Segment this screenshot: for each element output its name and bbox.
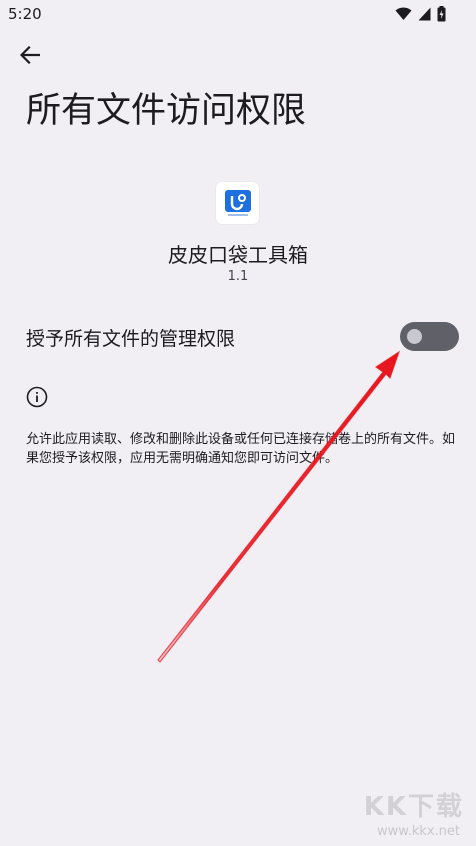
watermark: KK下载 www.kkx.net: [350, 786, 470, 846]
status-bar: 5:20: [0, 0, 476, 28]
arrow-back-icon: [20, 46, 40, 64]
wifi-icon: [395, 7, 412, 20]
app-name: 皮皮口袋工具箱: [168, 243, 308, 267]
battery-icon: [437, 6, 446, 22]
all-files-access-toggle[interactable]: [400, 322, 459, 351]
back-button[interactable]: [12, 40, 48, 70]
cellular-signal-icon: [418, 7, 431, 21]
toggle-thumb: [407, 329, 422, 344]
app-version: 1.1: [227, 269, 249, 284]
app-logo-icon: [216, 182, 259, 224]
watermark-text: KK下载: [363, 792, 464, 822]
all-files-access-setting[interactable]: 授予所有文件的管理权限: [0, 308, 476, 364]
status-time: 5:20: [8, 5, 42, 23]
setting-label: 授予所有文件的管理权限: [26, 328, 236, 350]
permission-description: 允许此应用读取、修改和删除此设备或任何已连接存储卷上的所有文件。如果您授予该权限…: [26, 432, 456, 466]
watermark-url: www.kkx.net: [376, 824, 460, 839]
status-icons: [395, 5, 446, 23]
info-icon: [26, 386, 48, 408]
page-title: 所有文件访问权限: [26, 91, 307, 131]
